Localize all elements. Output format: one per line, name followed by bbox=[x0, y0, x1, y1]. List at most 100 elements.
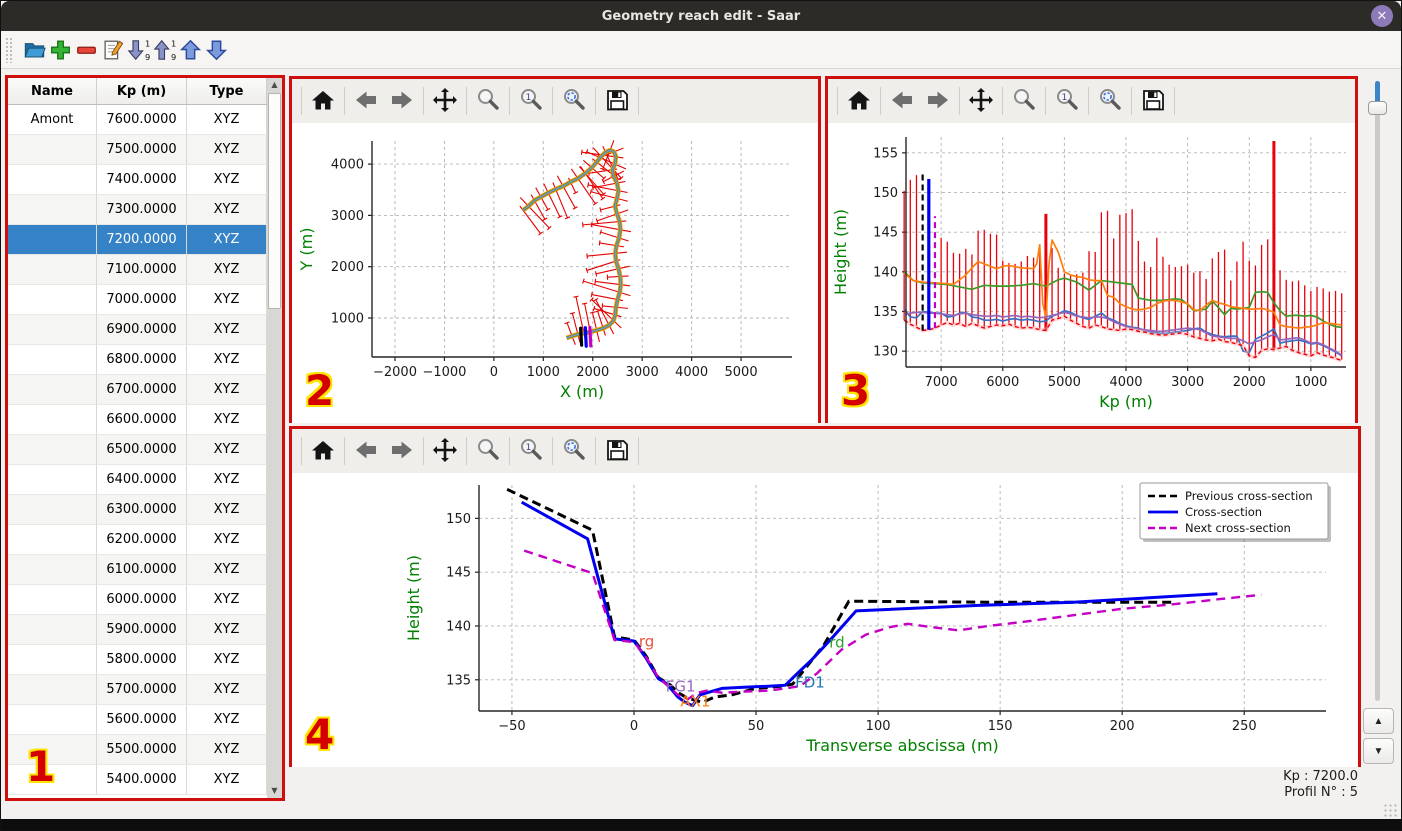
toolbar-divider bbox=[638, 437, 639, 465]
profile-up-button[interactable]: ▲ bbox=[1363, 708, 1394, 734]
sort-ascending-button[interactable]: 19 bbox=[152, 35, 177, 65]
cell-name bbox=[8, 165, 97, 195]
toolbar-divider bbox=[1174, 87, 1175, 115]
table-row[interactable]: 7500.0000 XYZ bbox=[8, 135, 282, 165]
table-row[interactable]: 6500.0000 XYZ bbox=[8, 435, 282, 465]
zoom-one-button[interactable] bbox=[1052, 84, 1082, 118]
table-row[interactable]: 6000.0000 XYZ bbox=[8, 585, 282, 615]
save-button[interactable] bbox=[602, 434, 632, 468]
svg-text:1000: 1000 bbox=[527, 365, 560, 380]
save-button[interactable] bbox=[1138, 84, 1168, 118]
cell-type: XYZ bbox=[187, 645, 267, 675]
scrollbar-thumb[interactable] bbox=[268, 93, 281, 309]
table-row[interactable]: 7200.0000 XYZ bbox=[8, 225, 282, 255]
profile-slider-handle[interactable] bbox=[1368, 101, 1387, 115]
table-row[interactable]: 6800.0000 XYZ bbox=[8, 345, 282, 375]
table-row[interactable]: 6400.0000 XYZ bbox=[8, 465, 282, 495]
save-icon bbox=[604, 87, 630, 113]
table-row[interactable]: 6700.0000 XYZ bbox=[8, 375, 282, 405]
zoom-button[interactable] bbox=[473, 434, 503, 468]
home-icon bbox=[310, 437, 336, 463]
header-name[interactable]: Name bbox=[8, 78, 97, 104]
home-icon bbox=[310, 87, 336, 113]
svg-text:1: 1 bbox=[171, 38, 176, 48]
svg-text:145: 145 bbox=[446, 566, 471, 581]
zoom-one-button[interactable] bbox=[516, 84, 546, 118]
cell-name bbox=[8, 345, 97, 375]
table-row[interactable]: 6200.0000 XYZ bbox=[8, 525, 282, 555]
add-row-button[interactable] bbox=[48, 35, 73, 65]
toolbar-divider bbox=[466, 87, 467, 115]
cell-type: XYZ bbox=[187, 165, 267, 195]
back-button[interactable] bbox=[351, 84, 381, 118]
table-row[interactable]: 6100.0000 XYZ bbox=[8, 555, 282, 585]
zoom-icon bbox=[475, 437, 501, 463]
svg-text:145: 145 bbox=[873, 226, 898, 241]
table-row[interactable]: 7000.0000 XYZ bbox=[8, 285, 282, 315]
table-row[interactable]: 7400.0000 XYZ bbox=[8, 165, 282, 195]
table-row[interactable]: Amont 7600.0000 XYZ bbox=[8, 105, 282, 135]
header-type[interactable]: Type bbox=[187, 78, 267, 104]
pan-button[interactable] bbox=[966, 84, 996, 118]
scrollbar-up-icon[interactable]: ▲ bbox=[267, 78, 282, 92]
resize-grip[interactable] bbox=[1383, 803, 1397, 817]
forward-icon bbox=[389, 87, 415, 113]
zoom-button[interactable] bbox=[473, 84, 503, 118]
window-bottom-edge bbox=[1, 819, 1401, 830]
zoom-button[interactable] bbox=[1009, 84, 1039, 118]
sort-descending-button[interactable]: 19 bbox=[126, 35, 151, 65]
zoom-fit-button[interactable] bbox=[559, 434, 589, 468]
plan-view-panel: −2000 −1000 0 1000 2000 3000 4000 5000 1000 2000 3… bbox=[289, 76, 821, 423]
move-up-button[interactable] bbox=[178, 35, 203, 65]
forward-button[interactable] bbox=[923, 84, 953, 118]
zoom-fit-icon bbox=[561, 437, 587, 463]
svg-text:140: 140 bbox=[446, 619, 471, 634]
table-row[interactable]: 7100.0000 XYZ bbox=[8, 255, 282, 285]
table-row[interactable]: 6900.0000 XYZ bbox=[8, 315, 282, 345]
cell-name bbox=[8, 525, 97, 555]
back-button[interactable] bbox=[887, 84, 917, 118]
table-row[interactable]: 6300.0000 XYZ bbox=[8, 495, 282, 525]
cell-kp: 6100.0000 bbox=[97, 555, 187, 585]
profile-slider-track[interactable] bbox=[1375, 81, 1380, 701]
save-button[interactable] bbox=[602, 84, 632, 118]
cross-section-chart[interactable]: −50 0 50 100 150 200 250135140145150rgFG1AX1FD… bbox=[292, 473, 1358, 763]
table-row[interactable]: 7300.0000 XYZ bbox=[8, 195, 282, 225]
remove-row-button[interactable] bbox=[74, 35, 99, 65]
table-scrollbar[interactable]: ▲ ▼ bbox=[267, 78, 282, 798]
toolbar-divider bbox=[301, 437, 302, 465]
open-folder-button[interactable] bbox=[22, 35, 47, 65]
forward-button[interactable] bbox=[387, 434, 417, 468]
toolbar-grip-handle[interactable] bbox=[5, 36, 14, 63]
scrollbar-down-icon[interactable]: ▼ bbox=[267, 784, 282, 798]
table-row[interactable]: 5800.0000 XYZ bbox=[8, 645, 282, 675]
back-button[interactable] bbox=[351, 434, 381, 468]
zoom-one-button[interactable] bbox=[516, 434, 546, 468]
table-row[interactable]: 5700.0000 XYZ bbox=[8, 675, 282, 705]
profile-down-button[interactable]: ▼ bbox=[1363, 738, 1394, 764]
long-profile-chart[interactable]: 7000 6000 5000 4000 3000 2000 1000 130 135 140 145… bbox=[828, 123, 1355, 419]
table-row[interactable]: 6600.0000 XYZ bbox=[8, 405, 282, 435]
move-down-button[interactable] bbox=[204, 35, 229, 65]
table-row[interactable]: 5900.0000 XYZ bbox=[8, 615, 282, 645]
cell-kp: 7200.0000 bbox=[97, 225, 187, 255]
home-button[interactable] bbox=[308, 434, 338, 468]
zoom-fit-button[interactable] bbox=[559, 84, 589, 118]
table-row[interactable]: 5600.0000 XYZ bbox=[8, 705, 282, 735]
forward-button[interactable] bbox=[387, 84, 417, 118]
pan-icon bbox=[432, 437, 458, 463]
zoom-fit-button[interactable] bbox=[1095, 84, 1125, 118]
svg-text:5000: 5000 bbox=[725, 365, 758, 380]
svg-text:150: 150 bbox=[446, 512, 471, 527]
cell-type: XYZ bbox=[187, 375, 267, 405]
close-button[interactable]: ✕ bbox=[1371, 5, 1393, 27]
home-button[interactable] bbox=[844, 84, 874, 118]
plan-view-chart[interactable]: −2000 −1000 0 1000 2000 3000 4000 5000 1000 2000 3… bbox=[292, 123, 818, 419]
cell-type: XYZ bbox=[187, 135, 267, 165]
pan-button[interactable] bbox=[430, 84, 460, 118]
pan-button[interactable] bbox=[430, 434, 460, 468]
home-button[interactable] bbox=[308, 84, 338, 118]
zoom-one-icon bbox=[518, 87, 544, 113]
edit-row-button[interactable] bbox=[100, 35, 125, 65]
header-kp[interactable]: Kp (m) bbox=[97, 78, 187, 104]
